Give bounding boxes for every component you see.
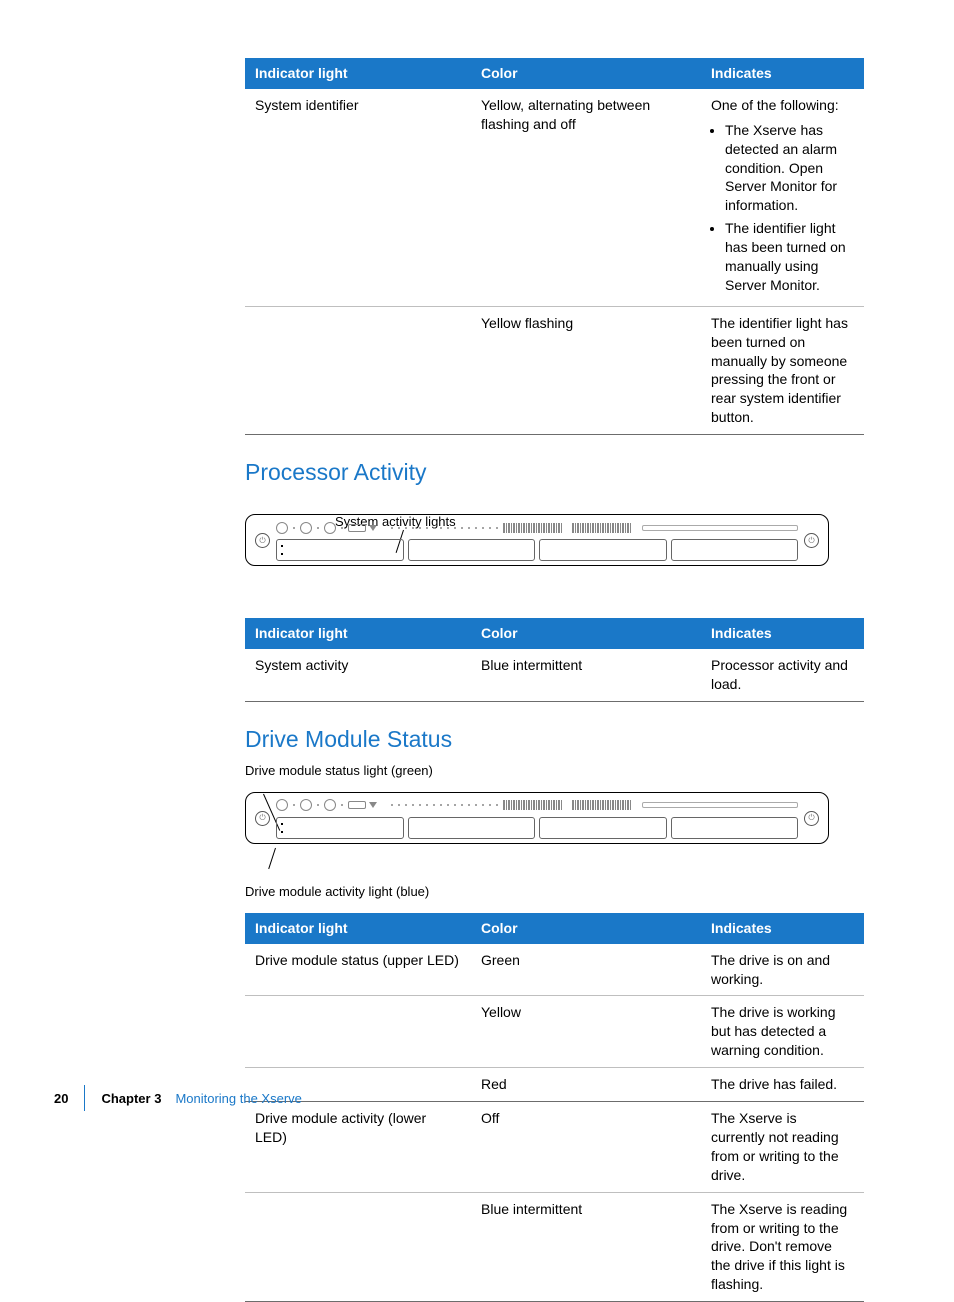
- table-row: System identifier Yellow, alternating be…: [245, 89, 864, 306]
- t3-h2: Indicates: [701, 913, 864, 944]
- diagram-label-bottom: Drive module activity light (blue): [245, 884, 864, 899]
- t3-h0: Indicator light: [245, 913, 471, 944]
- cell: Yellow, alternating between flashing and…: [471, 89, 701, 306]
- t2-h1: Color: [471, 618, 701, 649]
- cell: The drive has failed.: [701, 1068, 864, 1102]
- drive-bays-icon: [276, 817, 798, 839]
- chapter-title: Monitoring the Xserve: [175, 1091, 301, 1106]
- cell-intro: One of the following:: [711, 97, 839, 113]
- cell: System identifier: [245, 89, 471, 306]
- cell: The identifier light has been turned on …: [701, 306, 864, 434]
- power-button-icon: ⏻: [804, 811, 819, 826]
- cell: [245, 306, 471, 434]
- cell: Processor activity and load.: [701, 649, 864, 701]
- front-panel-icon: [276, 797, 798, 814]
- page-footer: 20 Chapter 3 Monitoring the Xserve: [54, 1085, 302, 1111]
- bullet: The Xserve has detected an alarm conditi…: [725, 121, 854, 215]
- page-number: 20: [54, 1091, 68, 1106]
- t1-h0: Indicator light: [245, 58, 471, 89]
- cell: Drive module activity (lower LED): [245, 1102, 471, 1193]
- cell: The Xserve is currently not reading from…: [701, 1102, 864, 1193]
- cell: Yellow flashing: [471, 306, 701, 434]
- footer-divider-icon: [84, 1085, 85, 1111]
- cell: Yellow: [471, 996, 701, 1068]
- cell: The drive is on and working.: [701, 944, 864, 996]
- bullet: The identifier light has been turned on …: [725, 219, 854, 295]
- cell: Blue intermittent: [471, 1192, 701, 1301]
- indicator-table-3: Indicator light Color Indicates Drive mo…: [245, 913, 864, 1302]
- bullet-list: The Xserve has detected an alarm conditi…: [711, 121, 854, 295]
- indicator-table-2: Indicator light Color Indicates System a…: [245, 618, 864, 702]
- cell: Red: [471, 1068, 701, 1102]
- xserve-chassis-icon: ⏻ ⏻: [245, 514, 829, 566]
- table-row: Drive module activity (lower LED) Off Th…: [245, 1102, 864, 1193]
- table-row: Drive module status (upper LED) Green Th…: [245, 944, 864, 996]
- front-panel-icon: [276, 519, 798, 536]
- diagram-label-top: Drive module status light (green): [245, 763, 864, 778]
- chapter-label: Chapter 3: [101, 1091, 161, 1106]
- indicator-table-1: Indicator light Color Indicates System i…: [245, 58, 864, 435]
- table-row: System activity Blue intermittent Proces…: [245, 649, 864, 701]
- cell: The Xserve is reading from or writing to…: [701, 1192, 864, 1301]
- activity-lights-icon: [503, 523, 562, 533]
- heading-processor-activity: Processor Activity: [245, 459, 864, 486]
- power-button-icon: ⏻: [804, 533, 819, 548]
- diagram-processor: System activity lights ⏻ ⏻: [245, 514, 864, 604]
- cell: Off: [471, 1102, 701, 1193]
- cell: [245, 1192, 471, 1301]
- power-button-icon: ⏻: [255, 811, 270, 826]
- table-row: Blue intermittent The Xserve is reading …: [245, 1192, 864, 1301]
- cell: The drive is working but has detected a …: [701, 996, 864, 1068]
- cell: System activity: [245, 649, 471, 701]
- cell: Green: [471, 944, 701, 996]
- optical-slot-icon: [642, 525, 798, 531]
- cell: One of the following: The Xserve has det…: [701, 89, 864, 306]
- t1-h1: Color: [471, 58, 701, 89]
- cell: Blue intermittent: [471, 649, 701, 701]
- table-row: Red The drive has failed.: [245, 1068, 864, 1102]
- diagram-drive-module: ⏻ ⏻: [245, 792, 864, 870]
- leader-line: [268, 848, 276, 869]
- cell: Drive module status (upper LED): [245, 944, 471, 996]
- t2-h0: Indicator light: [245, 618, 471, 649]
- t3-h1: Color: [471, 913, 701, 944]
- drive-bays-icon: [276, 539, 798, 561]
- power-button-icon: ⏻: [255, 533, 270, 548]
- heading-drive-module-status: Drive Module Status: [245, 726, 864, 753]
- t2-h2: Indicates: [701, 618, 864, 649]
- table-row: Yellow The drive is working but has dete…: [245, 996, 864, 1068]
- cell: [245, 996, 471, 1068]
- xserve-chassis-icon: ⏻ ⏻: [245, 792, 829, 844]
- table-row: Yellow flashing The identifier light has…: [245, 306, 864, 434]
- t1-h2: Indicates: [701, 58, 864, 89]
